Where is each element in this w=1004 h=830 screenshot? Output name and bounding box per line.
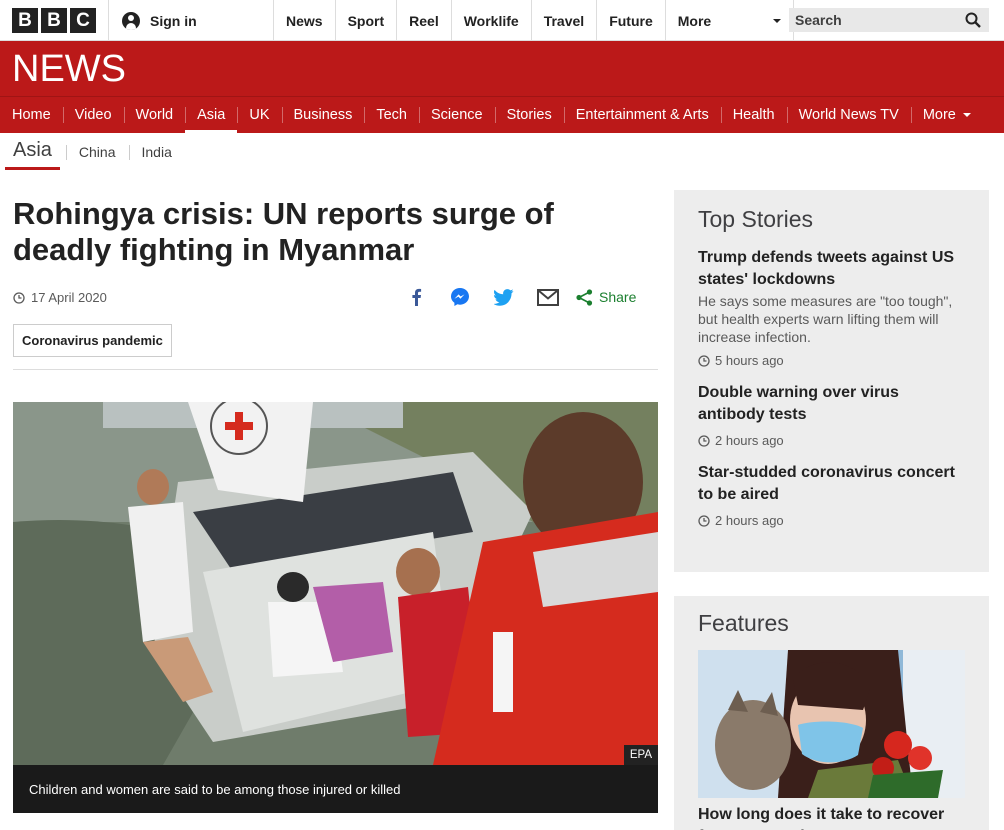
- clock-icon: [698, 514, 710, 527]
- facebook-share-button[interactable]: [404, 286, 428, 308]
- bbc-logo-letter: B: [41, 8, 67, 33]
- search-box: [789, 8, 989, 32]
- nav-business[interactable]: Business: [281, 97, 365, 134]
- twitter-share-button[interactable]: [492, 286, 516, 308]
- nav-home[interactable]: Home: [0, 97, 63, 134]
- main-nav: Home Video World Asia UK Business Tech S…: [0, 96, 1004, 134]
- top-story-title[interactable]: Trump defends tweets against US states' …: [698, 247, 965, 291]
- share-tools: Share: [404, 286, 636, 308]
- article-headline: Rohingya crisis: UN reports surge of dea…: [13, 196, 554, 267]
- features-title: Features: [698, 610, 789, 636]
- top-nav-worklife[interactable]: Worklife: [450, 0, 531, 41]
- top-story-time-text: 5 hours ago: [715, 353, 784, 368]
- nav-stories[interactable]: Stories: [494, 97, 564, 134]
- top-story-time: 2 hours ago: [698, 513, 965, 528]
- article-photo: EPA: [13, 402, 658, 765]
- article-date: 17 April 2020: [13, 290, 107, 305]
- top-stories-panel: Top Stories Trump defends tweets against…: [674, 190, 989, 572]
- facebook-icon: [412, 288, 422, 306]
- nav-asia[interactable]: Asia: [185, 97, 238, 134]
- top-story-time: 5 hours ago: [698, 353, 965, 368]
- chevron-down-icon: [962, 113, 971, 117]
- messenger-icon: [451, 288, 469, 306]
- bbc-logo-letter: C: [70, 8, 96, 33]
- divider: [13, 369, 658, 370]
- share-label: Share: [599, 289, 637, 305]
- email-icon: [537, 288, 559, 306]
- top-nav-sport[interactable]: Sport: [334, 0, 397, 41]
- nav-world[interactable]: World: [123, 97, 186, 134]
- share-button[interactable]: Share: [576, 288, 637, 306]
- top-story-summary: He says some measures are "too tough", b…: [698, 293, 953, 345]
- photo-caption: Children and women are said to be among …: [13, 765, 658, 813]
- nav-more[interactable]: More: [910, 97, 983, 134]
- nav-tech[interactable]: Tech: [364, 97, 419, 134]
- top-nav-reel[interactable]: Reel: [396, 0, 451, 41]
- section-subnav: Asia China India: [0, 133, 1004, 171]
- nav-entertainment-arts[interactable]: Entertainment & Arts: [563, 97, 721, 134]
- feature-title[interactable]: How long does it take to recover from co…: [698, 804, 965, 830]
- top-story-title[interactable]: Double warning over virus antibody tests: [698, 382, 965, 426]
- clock-icon: [13, 291, 25, 304]
- sign-in-label: Sign in: [150, 12, 197, 29]
- chevron-down-icon: [772, 18, 781, 23]
- top-nav: News Sport Reel Worklife Travel Future M…: [273, 0, 794, 41]
- nav-more-label: More: [922, 107, 956, 123]
- topic-tag[interactable]: Coronavirus pandemic: [13, 324, 172, 357]
- clock-icon: [698, 354, 710, 367]
- top-story-time-text: 2 hours ago: [715, 513, 784, 528]
- article-date-text: 17 April 2020: [31, 290, 107, 305]
- top-story[interactable]: Double warning over virus antibody tests…: [698, 382, 965, 448]
- nav-science[interactable]: Science: [418, 97, 495, 134]
- subnav-india[interactable]: India: [128, 144, 185, 160]
- top-nav-travel[interactable]: Travel: [530, 0, 596, 41]
- top-stories-title: Top Stories: [698, 206, 814, 232]
- share-icon: [576, 288, 593, 306]
- bbc-top-bar: B B C Sign in News Sport Reel Worklife T…: [0, 0, 1004, 41]
- top-story-time-text: 2 hours ago: [715, 433, 784, 448]
- nav-video[interactable]: Video: [62, 97, 124, 134]
- feature-image[interactable]: [698, 650, 965, 798]
- nav-uk[interactable]: UK: [237, 97, 281, 134]
- search-input[interactable]: [795, 12, 955, 28]
- top-nav-future[interactable]: Future: [596, 0, 665, 41]
- features-panel: Features How long does it take to recove…: [674, 596, 989, 830]
- messenger-share-button[interactable]: [448, 286, 472, 308]
- news-logo[interactable]: NEWS: [12, 49, 126, 89]
- sign-in-link[interactable]: Sign in: [108, 0, 273, 41]
- top-story-time: 2 hours ago: [698, 433, 965, 448]
- top-story[interactable]: Trump defends tweets against US states' …: [698, 247, 965, 368]
- photo-credit: EPA: [623, 745, 658, 765]
- section-title[interactable]: Asia: [5, 134, 60, 170]
- article-photo-illustration: [13, 402, 658, 765]
- clock-icon: [698, 434, 710, 447]
- subnav-china[interactable]: China: [65, 144, 129, 160]
- twitter-icon: [494, 288, 514, 306]
- top-nav-more-label: More: [677, 12, 712, 29]
- email-share-button[interactable]: [536, 286, 560, 308]
- nav-health[interactable]: Health: [720, 97, 787, 134]
- nav-world-news-tv[interactable]: World News TV: [786, 97, 911, 134]
- feature-image-illustration: [698, 650, 965, 798]
- news-header: NEWS: [0, 41, 1004, 96]
- search-icon[interactable]: [965, 12, 981, 28]
- bbc-logo[interactable]: B B C: [12, 8, 96, 33]
- top-story-title[interactable]: Star-studded coronavirus concert to be a…: [698, 462, 965, 506]
- top-nav-more[interactable]: More: [664, 0, 794, 41]
- top-nav-news[interactable]: News: [273, 0, 335, 41]
- bbc-logo-letter: B: [12, 8, 38, 33]
- top-story[interactable]: Star-studded coronavirus concert to be a…: [698, 462, 965, 528]
- user-icon: [122, 11, 140, 30]
